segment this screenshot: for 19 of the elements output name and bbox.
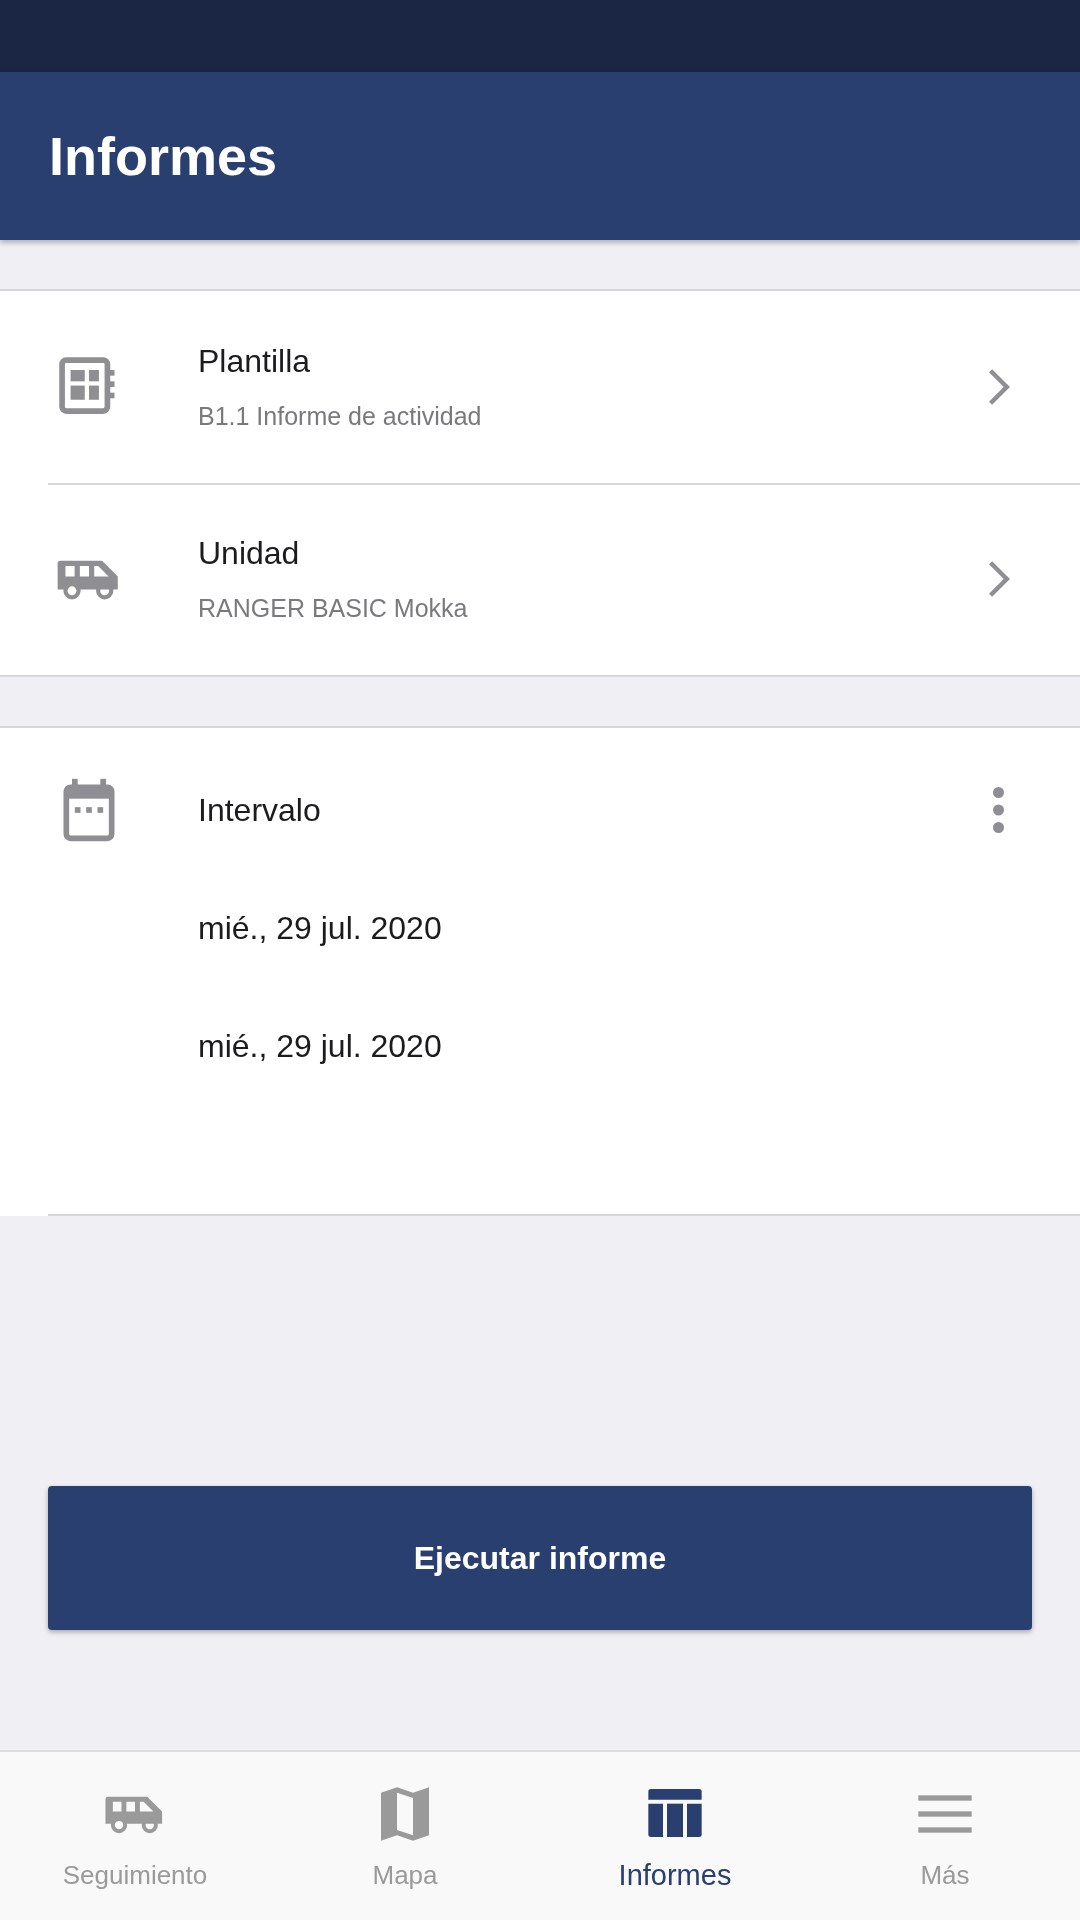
nav-tab[interactable]: Informes xyxy=(540,1752,810,1920)
chevron-right-icon xyxy=(989,369,1010,405)
date-field[interactable]: mié., 29 jul. 2020 xyxy=(198,1006,1080,1086)
setting-label: Unidad xyxy=(198,535,301,572)
tab-label: Mapa xyxy=(372,1859,438,1891)
interval-label: Intervalo xyxy=(198,791,322,829)
tab-label: Informes xyxy=(618,1858,732,1892)
setting-row[interactable]: Unidad RANGER BASIC Mokka xyxy=(0,483,1080,675)
chevron-right-icon xyxy=(989,561,1010,597)
tab-label: Seguimiento xyxy=(62,1859,208,1891)
tab-label: Más xyxy=(920,1859,970,1891)
date-field[interactable]: mié., 29 jul. 2020 xyxy=(198,888,1080,968)
more-icon[interactable] xyxy=(993,787,1004,833)
setting-row[interactable]: Plantilla B1.1 Informe de actividad xyxy=(0,291,1080,483)
screen-title: Informes xyxy=(49,125,278,187)
setting-label: Plantilla xyxy=(198,343,312,380)
setting-value: RANGER BASIC Mokka xyxy=(198,594,469,623)
run-report-button[interactable]: Ejecutar informe xyxy=(48,1486,1032,1630)
setting-value: B1.1 Informe de actividad xyxy=(198,402,483,431)
